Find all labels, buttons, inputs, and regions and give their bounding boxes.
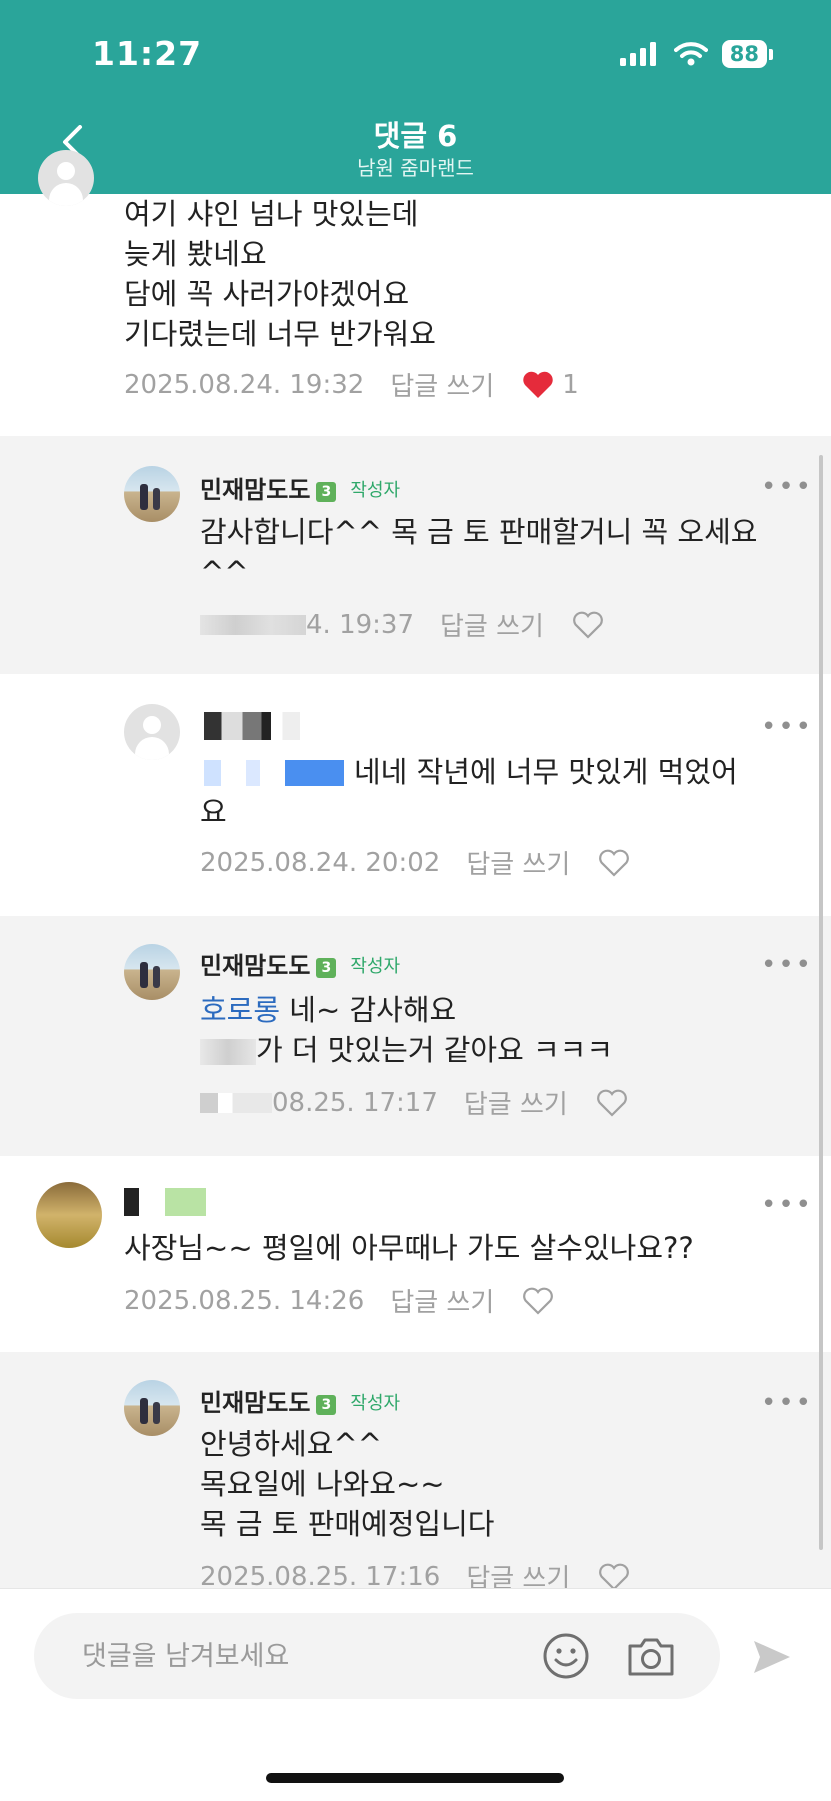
author-name-row: 민재맘도도 3 작성자: [200, 470, 400, 505]
page-title: 댓글 6: [373, 119, 458, 153]
author-avatar[interactable]: [124, 1380, 180, 1436]
comment-text: 사장님~~ 평일에 아무때나 가도 살수있나요??: [124, 1231, 694, 1265]
level-badge: 3: [316, 958, 337, 978]
like-count: 1: [562, 369, 579, 400]
heart-outline-icon[interactable]: [596, 1089, 628, 1117]
author-name-row: 민재맘도도 3 작성자: [200, 1383, 400, 1418]
home-indicator: [266, 1773, 564, 1783]
app-header: 11:27 88 댓글 6 남원 줌마랜드: [0, 0, 831, 194]
author-name-row: 민재맘도도 3 작성자: [200, 946, 400, 981]
reply-button[interactable]: 답글 쓰기: [390, 366, 494, 403]
battery-level: 88: [721, 40, 767, 68]
status-time: 11:27: [92, 34, 203, 73]
comment-meta: 2025.08.25. 14:26 답글 쓰기: [124, 1282, 554, 1319]
comment-composer: [34, 1613, 720, 1699]
commenter-avatar[interactable]: [36, 1182, 102, 1248]
scrollbar[interactable]: [819, 455, 823, 1550]
heart-outline-icon[interactable]: [572, 611, 604, 639]
comment-meta: 2025.08.24. 20:02 답글 쓰기: [200, 844, 630, 881]
heart-filled-icon[interactable]: [522, 371, 554, 399]
commenter-avatar[interactable]: [124, 704, 180, 760]
comment-date: 2025.08.25. 14:26: [124, 1285, 365, 1316]
comment-date: 2025.08.25. 17:16: [200, 1561, 441, 1592]
reply-meta: 08.25. 17:17 답글 쓰기: [200, 1084, 628, 1121]
author-avatar[interactable]: [124, 466, 180, 522]
reply-button[interactable]: 답글 쓰기: [440, 606, 544, 643]
heart-outline-icon[interactable]: [522, 1287, 554, 1315]
wifi-icon: [673, 42, 708, 66]
emoji-icon[interactable]: [542, 1632, 590, 1680]
heart-outline-icon[interactable]: [598, 849, 630, 877]
author-badge: 작성자: [350, 480, 401, 501]
send-icon[interactable]: [750, 1635, 794, 1679]
level-badge: 3: [316, 1395, 337, 1415]
author-name[interactable]: 민재맘도도: [200, 476, 310, 504]
more-options-icon[interactable]: •••: [761, 1190, 813, 1220]
more-options-icon[interactable]: •••: [761, 950, 813, 980]
reply-meta: 4. 19:37 답글 쓰기: [200, 606, 604, 643]
comment-text: 네네 작년에 너무 맛있게 먹었어: [354, 755, 738, 789]
author-badge: 작성자: [350, 956, 401, 977]
comment-date: 2025.08.24. 20:02: [200, 847, 441, 878]
more-options-icon[interactable]: •••: [761, 472, 813, 502]
comment-date: 2025.08.24. 19:32: [124, 369, 365, 400]
reply-button[interactable]: 답글 쓰기: [390, 1282, 494, 1319]
author-name[interactable]: 민재맘도도: [200, 952, 310, 980]
author-name[interactable]: 민재맘도도: [200, 1389, 310, 1417]
more-options-icon[interactable]: •••: [761, 712, 813, 742]
cellular-signal-icon: [619, 42, 656, 66]
heart-outline-icon[interactable]: [598, 1563, 630, 1591]
status-icons: 88: [619, 40, 773, 68]
comment-text-wrap: 요: [200, 795, 227, 829]
comment-input[interactable]: [80, 1637, 464, 1675]
battery-tip: [769, 48, 773, 60]
reply-button[interactable]: 답글 쓰기: [464, 1084, 568, 1121]
more-options-icon[interactable]: •••: [761, 1388, 813, 1418]
comment-text: 여기 샤인 넘나 맛있는데 늦게 봤네요 담에 꼭 사러가야겠어요 기다렸는데 …: [124, 197, 436, 351]
comment-date: 4. 19:37: [306, 609, 414, 640]
author-avatar[interactable]: [124, 944, 180, 1000]
blurred-text: [200, 1039, 256, 1065]
mention-link[interactable]: 호로롱: [200, 993, 280, 1027]
commenter-name-blurred: [204, 712, 300, 740]
blurred-text: [200, 1092, 272, 1113]
reply-text: 호로롱 네~ 감사해요 가 더 맛있는거 같아요 ㅋㅋㅋ: [200, 993, 614, 1067]
comment-meta: 2025.08.24. 19:32 답글 쓰기 1: [124, 366, 579, 403]
page-subtitle: 남원 줌마랜드: [357, 156, 474, 180]
mention-blurred: [204, 760, 344, 786]
commenter-avatar[interactable]: [38, 150, 94, 206]
commenter-name-blurred: [124, 1188, 206, 1216]
comment-date: 08.25. 17:17: [272, 1087, 438, 1118]
reply-text: 감사합니다^^ 목 금 토 판매할거니 꼭 오세요 ^^: [200, 515, 758, 589]
author-badge: 작성자: [350, 1393, 401, 1414]
reply-text: 안녕하세요^^ 목요일에 나와요~~ 목 금 토 판매예정입니다: [200, 1427, 495, 1541]
blurred-text: [200, 614, 306, 635]
level-badge: 3: [316, 482, 337, 502]
camera-icon[interactable]: [626, 1632, 676, 1680]
reply-button[interactable]: 답글 쓰기: [466, 844, 570, 881]
